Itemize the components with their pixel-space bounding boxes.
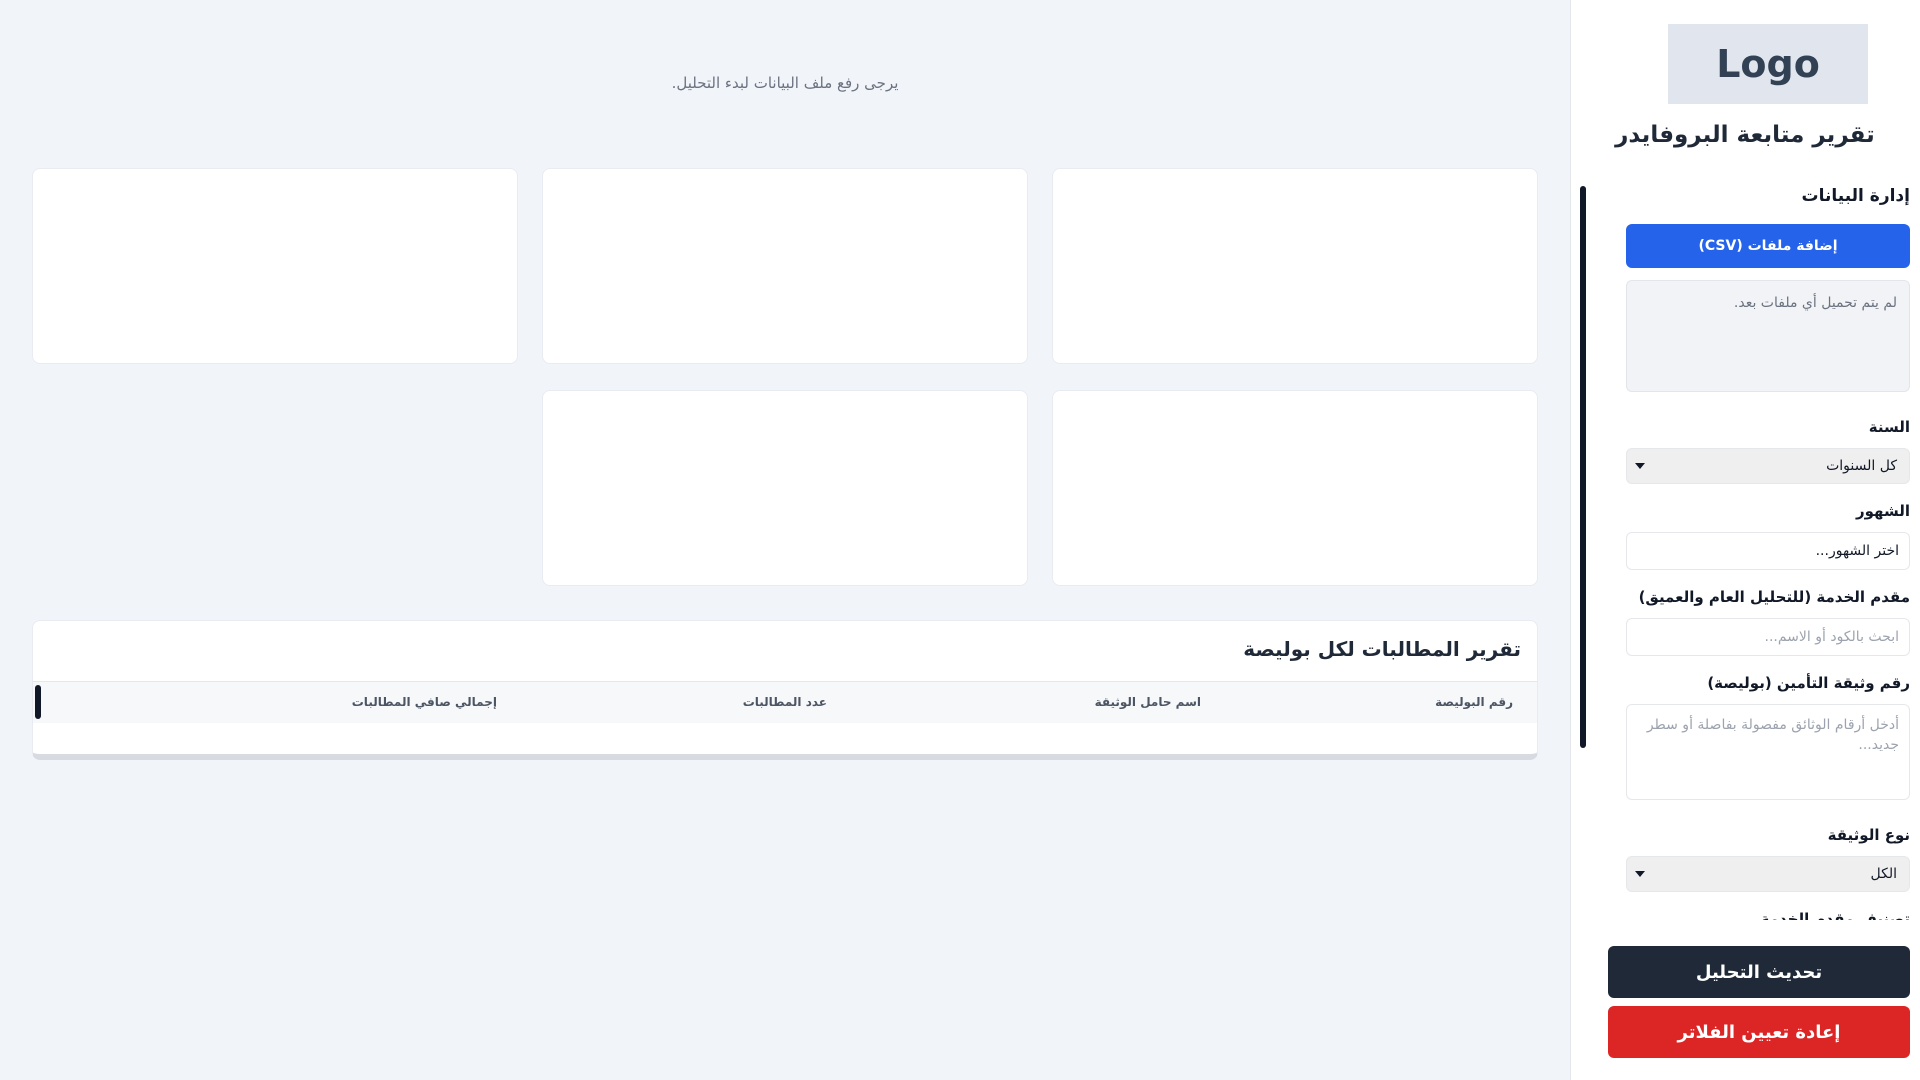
policy-number-textarea[interactable]: أدخل أرقام الوثائق مفصولة بفاصلة أو سطر … — [1626, 704, 1910, 800]
sidebar: Logo تقرير متابعة البروفايدر إدارة البيا… — [1570, 0, 1920, 1080]
reset-filters-button[interactable]: إعادة تعيين الفلاتر — [1608, 1006, 1910, 1058]
claims-report-panel: تقرير المطالبات لكل بوليصة رقم البوليصة … — [32, 620, 1538, 760]
year-select-value: كل السنوات — [1826, 458, 1897, 474]
data-management-heading: إدارة البيانات — [1801, 186, 1910, 206]
main-content: يرجى رفع ملف البيانات لبدء التحليل. تقري… — [0, 0, 1570, 1080]
chevron-down-icon — [1635, 871, 1645, 877]
add-csv-files-button[interactable]: إضافة ملفات (CSV) — [1626, 224, 1910, 268]
kpi-card-3 — [32, 168, 518, 364]
uploaded-files-list: لم يتم تحميل أي ملفات بعد. — [1626, 280, 1910, 392]
update-analysis-button[interactable]: تحديث التحليل — [1608, 946, 1910, 998]
files-status-text: لم يتم تحميل أي ملفات بعد. — [1733, 295, 1897, 311]
provider-search-input[interactable]: ابحث بالكود أو الاسم... — [1626, 618, 1910, 656]
chart-card-2 — [542, 390, 1028, 586]
table-scrollbar[interactable] — [35, 685, 41, 719]
column-header-policy-number[interactable]: رقم البوليصة — [1435, 695, 1513, 709]
logo: Logo — [1668, 24, 1868, 104]
year-select[interactable]: كل السنوات — [1626, 448, 1910, 484]
status-message: يرجى رفع ملف البيانات لبدء التحليل. — [671, 74, 899, 92]
column-header-net-claims-total[interactable]: إجمالي صافي المطالبات — [352, 695, 497, 709]
provider-label: مقدم الخدمة (للتحليل العام والعميق) — [1638, 588, 1910, 606]
column-header-holder-name[interactable]: اسم حامل الوثيقة — [1095, 695, 1201, 709]
table-header-row: رقم البوليصة اسم حامل الوثيقة عدد المطال… — [33, 681, 1537, 723]
sidebar-scrollbar[interactable] — [1580, 186, 1586, 748]
document-type-select-value: الكل — [1870, 866, 1898, 882]
chevron-down-icon — [1635, 463, 1645, 469]
document-type-label: نوع الوثيقة — [1827, 826, 1910, 844]
policy-number-label: رقم وثيقة التأمين (بوليصة) — [1707, 674, 1910, 692]
kpi-card-2 — [542, 168, 1028, 364]
app-title: تقرير متابعة البروفايدر — [1615, 122, 1875, 148]
document-type-select[interactable]: الكل — [1626, 856, 1910, 892]
kpi-card-1 — [1052, 168, 1538, 364]
provider-search-placeholder: ابحث بالكود أو الاسم... — [1764, 629, 1899, 645]
chart-card-1 — [1052, 390, 1538, 586]
months-select-value: اختر الشهور... — [1815, 543, 1899, 559]
sidebar-filters: إدارة البيانات إضافة ملفات (CSV) لم يتم … — [1580, 186, 1910, 920]
column-header-claims-count[interactable]: عدد المطالبات — [743, 695, 827, 709]
year-label: السنة — [1868, 418, 1910, 436]
provider-class-label: تصنيف مقدم الخدمة — [1760, 910, 1910, 920]
policy-number-placeholder: أدخل أرقام الوثائق مفصولة بفاصلة أو سطر … — [1646, 717, 1899, 753]
months-label: الشهور — [1856, 502, 1910, 520]
report-title: تقرير المطالبات لكل بوليصة — [1243, 637, 1521, 661]
months-select[interactable]: اختر الشهور... — [1626, 532, 1910, 570]
app-root: يرجى رفع ملف البيانات لبدء التحليل. تقري… — [0, 0, 1920, 1080]
